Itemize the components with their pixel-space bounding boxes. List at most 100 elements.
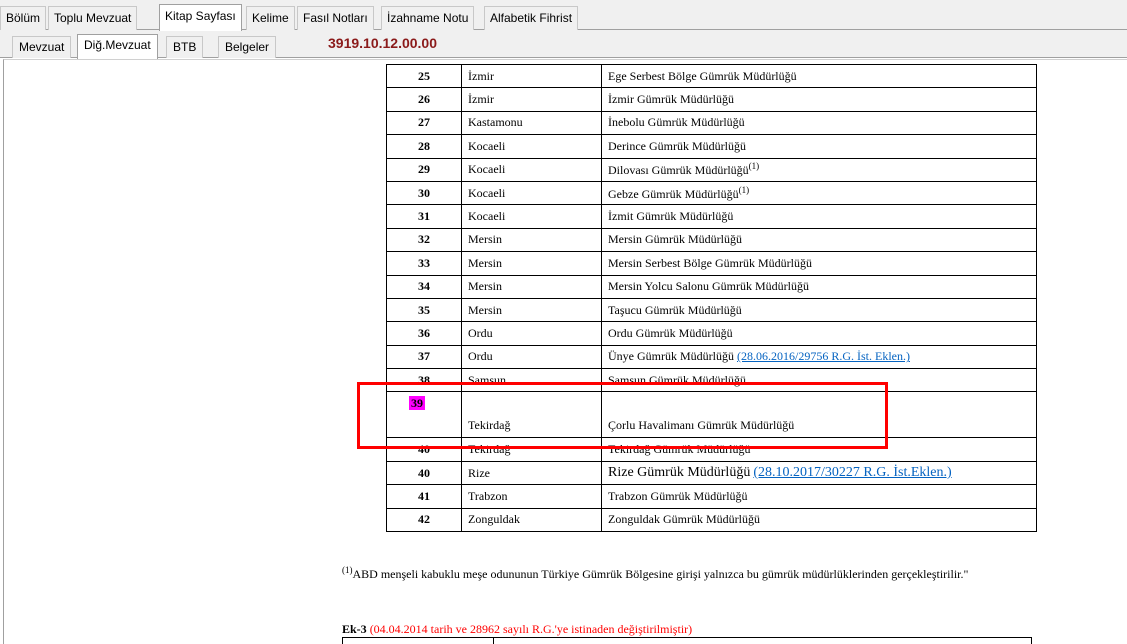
row-number: 38 xyxy=(386,368,462,393)
office-name: Ege Serbest Bölge Gümrük Müdürlüğü xyxy=(608,68,797,83)
office-cell: Trabzon Gümrük Müdürlüğü xyxy=(601,484,1037,509)
office-name: Trabzon Gümrük Müdürlüğü xyxy=(608,488,748,503)
office-cell: Zonguldak Gümrük Müdürlüğü xyxy=(601,507,1037,533)
office-name: Zonguldak Gümrük Müdürlüğü xyxy=(608,512,760,527)
office-name: Derince Gümrük Müdürlüğü xyxy=(608,138,746,153)
table-row: 33 Mersin Mersin Serbest Bölge Gümrük Müdü… xyxy=(386,251,1037,276)
table-row: 34 Mersin Mersin Yolcu Salonu Gümrük Müdür… xyxy=(386,274,1037,299)
row-number-text: 42 xyxy=(418,512,430,527)
row-number: 39 xyxy=(386,391,462,439)
row-number: 41 xyxy=(386,484,462,509)
footnote-text: ABD menşeli kabuklu meşe odununun Türkiy… xyxy=(352,567,969,581)
row-number: 37 xyxy=(386,344,462,370)
row-number-text: 40 xyxy=(418,442,430,457)
main-tab-bar: Bölüm Toplu Mevzuat Kitap Sayfası Kelime… xyxy=(0,0,1127,31)
office-cell: Ege Serbest Bölge Gümrük Müdürlüğü xyxy=(601,63,1037,89)
office-name: İnebolu Gümrük Müdürlüğü xyxy=(608,115,745,130)
row-number: 25 xyxy=(386,63,462,89)
ek3-heading: Ek-3 (04.04.2014 tarih ve 28962 sayılı R… xyxy=(342,622,692,637)
table-row: 37 Ordu Ünye Gümrük Müdürlüğü (28.06.2016/… xyxy=(386,344,1037,370)
row-number: 34 xyxy=(386,274,462,299)
office-name: İzmit Gümrük Müdürlüğü xyxy=(608,209,734,224)
office-name: Rize Gümrük Müdürlüğü xyxy=(608,465,751,481)
row-number-text: 29 xyxy=(418,162,430,177)
customs-office-table: 25 İzmir Ege Serbest Bölge Gümrük Müdürlüğ… xyxy=(386,63,1037,533)
row-number: 30 xyxy=(386,180,462,206)
row-number: 40 xyxy=(386,437,462,462)
row-number-text: 36 xyxy=(418,325,430,340)
row-number-text: 39 xyxy=(409,396,425,411)
office-name: Gebze Gümrük Müdürlüğü xyxy=(608,186,739,201)
row-number: 33 xyxy=(386,251,462,276)
amendment-link[interactable]: (28.10.2017/30227 R.G. İst.Eklen.) xyxy=(753,465,951,480)
office-name: Tekirdağ Gümrük Müdürlüğü xyxy=(608,442,751,457)
tab-btb[interactable]: BTB xyxy=(166,36,204,58)
city-cell: Zonguldak xyxy=(461,507,602,533)
city-cell: Mersin xyxy=(461,297,602,323)
tab-alfabetik-fihrist[interactable]: Alfabetik Fihrist xyxy=(484,6,579,30)
row-number-text: 28 xyxy=(418,138,430,153)
city-cell: Mersin xyxy=(461,227,602,253)
office-cell: İnebolu Gümrük Müdürlüğü xyxy=(601,110,1037,136)
ek3-note: (04.04.2014 tarih ve 28962 sayılı R.G.'y… xyxy=(369,622,693,636)
city-cell: Samsun xyxy=(461,368,602,393)
city-cell: Kocaeli xyxy=(461,134,602,159)
row-number-text: 27 xyxy=(418,115,430,130)
office-cell: Tekirdağ Gümrük Müdürlüğü xyxy=(601,437,1037,462)
office-cell: Derince Gümrük Müdürlüğü xyxy=(601,134,1037,159)
city-cell: Mersin xyxy=(461,274,602,299)
tab-kitap-sayfasi[interactable]: Kitap Sayfası xyxy=(159,4,242,31)
tab-toplu-mevzuat[interactable]: Toplu Mevzuat xyxy=(48,6,138,30)
tab-fasil-notlari[interactable]: Fasıl Notları xyxy=(297,6,374,30)
office-cell: Ordu Gümrük Müdürlüğü xyxy=(601,321,1037,346)
next-table-column-divider xyxy=(493,638,494,644)
table-row: 36 Ordu Ordu Gümrük Müdürlüğü xyxy=(386,321,1037,346)
footnote-ref: (1) xyxy=(738,184,750,195)
tab-kelime[interactable]: Kelime xyxy=(246,6,295,30)
city-cell: Kocaeli xyxy=(461,204,602,229)
row-number: 28 xyxy=(386,134,462,159)
row-number: 31 xyxy=(386,204,462,229)
row-number-text: 33 xyxy=(418,255,430,270)
city-cell: İzmir xyxy=(461,63,602,89)
office-cell: İzmir Gümrük Müdürlüğü xyxy=(601,87,1037,112)
table-row: 41 Trabzon Trabzon Gümrük Müdürlüğü xyxy=(386,484,1037,509)
row-number-text: 35 xyxy=(418,302,430,317)
table-row: 30 Kocaeli Gebze Gümrük Müdürlüğü(1) xyxy=(386,180,1037,206)
ek3-label: Ek-3 xyxy=(342,622,367,636)
footnote: (1)ABD menşeli kabuklu meşe odununun Tür… xyxy=(342,565,1082,580)
amendment-link[interactable]: (28.06.2016/29756 R.G. İst. Eklen.) xyxy=(737,349,910,363)
office-name: Samsun Gümrük Müdürlüğü xyxy=(608,372,746,387)
next-table-top xyxy=(342,637,1032,644)
row-number: 42 xyxy=(386,507,462,533)
office-cell: Rize Gümrük Müdürlüğü (28.10.2017/30227 … xyxy=(601,460,1037,486)
office-name: Çorlu Havalimanı Gümrük Müdürlüğü xyxy=(608,418,795,433)
tab-bolum[interactable]: Bölüm xyxy=(0,6,47,30)
city-cell: Mersin xyxy=(461,251,602,276)
office-cell: Ünye Gümrük Müdürlüğü (28.06.2016/29756 … xyxy=(601,344,1037,370)
city-cell: Kocaeli xyxy=(461,157,602,182)
row-number: 32 xyxy=(386,227,462,253)
office-name: Mersin Gümrük Müdürlüğü xyxy=(608,232,742,247)
office-cell: Taşucu Gümrük Müdürlüğü xyxy=(601,297,1037,323)
office-cell: Samsun Gümrük Müdürlüğü xyxy=(601,368,1037,393)
footnote-mark: (1) xyxy=(342,565,353,575)
row-number: 36 xyxy=(386,321,462,346)
office-cell: Gebze Gümrük Müdürlüğü(1) xyxy=(601,180,1037,206)
tab-izahname-notu[interactable]: İzahname Notu xyxy=(381,6,475,30)
city-cell: Ordu xyxy=(461,344,602,370)
office-name: Taşucu Gümrük Müdürlüğü xyxy=(608,302,742,317)
office-name: İzmir Gümrük Müdürlüğü xyxy=(608,92,734,107)
row-number: 29 xyxy=(386,157,462,182)
table-row: 27 Kastamonu İnebolu Gümrük Müdürlüğü xyxy=(386,110,1037,136)
table-row: 32 Mersin Mersin Gümrük Müdürlüğü xyxy=(386,227,1037,253)
tab-mevzuat[interactable]: Mevzuat xyxy=(12,36,72,58)
document-view[interactable]: 25 İzmir Ege Serbest Bölge Gümrük Müdürlüğ… xyxy=(3,59,1127,644)
row-number: 40 xyxy=(386,460,462,486)
row-number: 26 xyxy=(386,87,462,112)
city-cell: Kocaeli xyxy=(461,180,602,206)
footnote-ref: (1) xyxy=(748,161,760,172)
tab-dig-mevzuat[interactable]: Diğ.Mevzuat xyxy=(77,34,158,59)
table-row: 28 Kocaeli Derince Gümrük Müdürlüğü xyxy=(386,134,1037,159)
tab-belgeler[interactable]: Belgeler xyxy=(218,36,277,58)
